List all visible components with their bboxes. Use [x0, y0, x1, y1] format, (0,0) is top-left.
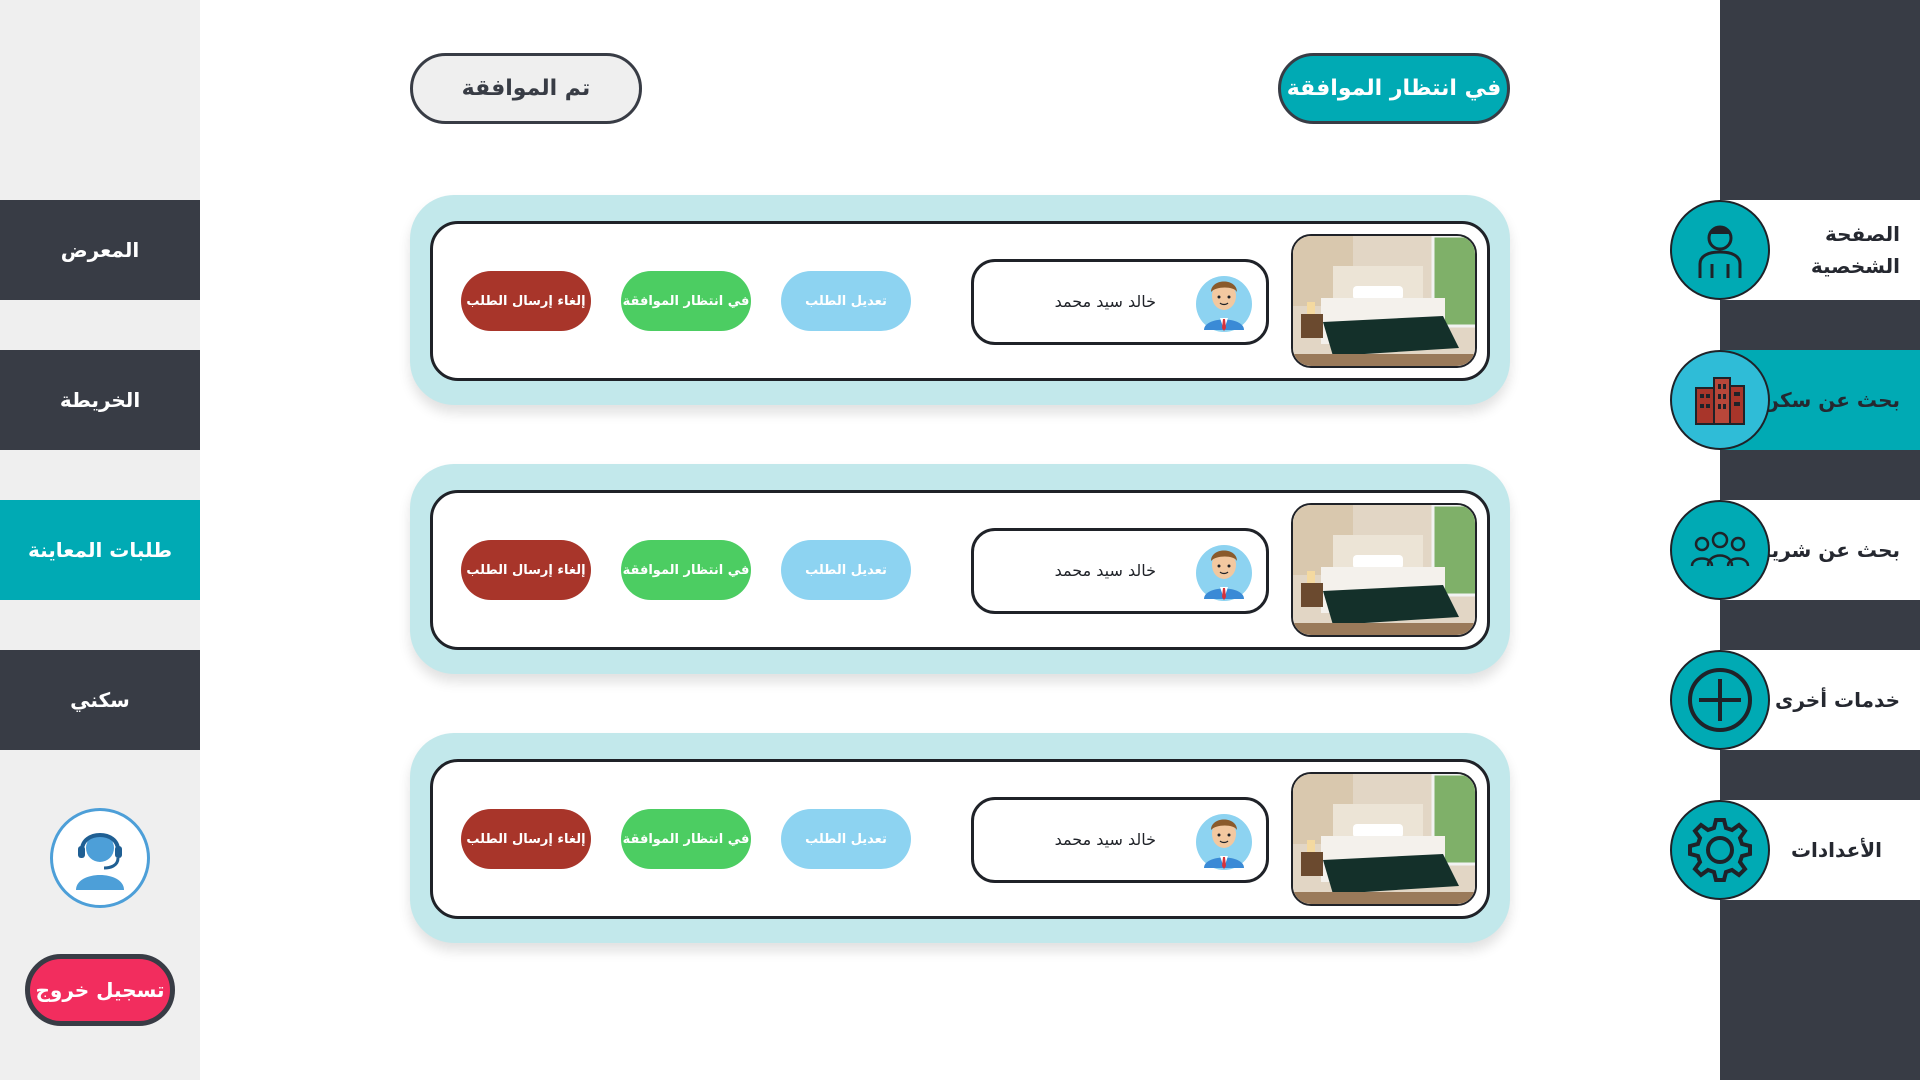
cancel-request-button[interactable]: إلغاء إرسال الطلب [461, 540, 591, 600]
user-box: خالد سيد محمد [971, 259, 1269, 345]
user-box: خالد سيد محمد [971, 528, 1269, 614]
status-badge: في انتظار الموافقة [621, 271, 751, 331]
tab-pending[interactable]: في انتظار الموافقة [1278, 53, 1510, 124]
left-menu-label: المعرض [60, 238, 140, 262]
status-badge: في انتظار الموافقة [621, 540, 751, 600]
room-photo [1291, 234, 1477, 368]
left-menu-map[interactable]: الخريطة [0, 350, 200, 450]
room-photo [1291, 772, 1477, 906]
edit-request-button[interactable]: تعديل الطلب [781, 540, 911, 600]
group-icon [1670, 500, 1770, 600]
user-box: خالد سيد محمد [971, 797, 1269, 883]
avatar [1196, 814, 1252, 870]
edit-request-button[interactable]: تعديل الطلب [781, 271, 911, 331]
room-photo [1291, 503, 1477, 637]
cancel-request-button[interactable]: إلغاء إرسال الطلب [461, 271, 591, 331]
left-menu-my-housing[interactable]: سكني [0, 650, 200, 750]
left-menu-label: سكني [70, 688, 130, 712]
logout-button[interactable]: تسجيل خروج [25, 954, 175, 1026]
left-menu-label: الخريطة [59, 388, 141, 412]
avatar [1196, 276, 1252, 332]
request-card-inner: إلغاء إرسال الطلب في انتظار الموافقة تعد… [430, 490, 1490, 650]
request-card-inner: إلغاء إرسال الطلب في انتظار الموافقة تعد… [430, 221, 1490, 381]
tab-approved[interactable]: تم الموافقة [410, 53, 642, 124]
edit-request-button[interactable]: تعديل الطلب [781, 809, 911, 869]
avatar [1196, 545, 1252, 601]
gear-icon [1670, 800, 1770, 900]
cancel-request-button[interactable]: إلغاء إرسال الطلب [461, 809, 591, 869]
status-badge: في انتظار الموافقة [621, 809, 751, 869]
request-card: إلغاء إرسال الطلب في انتظار الموافقة تعد… [410, 733, 1510, 943]
right-menu-label: بحث عن شريك [1753, 538, 1900, 562]
user-name: خالد سيد محمد [1054, 561, 1156, 580]
user-name: خالد سيد محمد [1054, 830, 1156, 849]
request-card: إلغاء إرسال الطلب في انتظار الموافقة تعد… [410, 464, 1510, 674]
request-card: إلغاء إرسال الطلب في انتظار الموافقة تعد… [410, 195, 1510, 405]
user-icon [1670, 200, 1770, 300]
support-agent-icon[interactable] [50, 808, 150, 908]
plus-circle-icon [1670, 650, 1770, 750]
right-menu-label: خدمات أخرى [1775, 688, 1900, 712]
right-menu-label: الأعدادات [1790, 838, 1882, 862]
request-card-inner: إلغاء إرسال الطلب في انتظار الموافقة تعد… [430, 759, 1490, 919]
right-menu-label: الصفحة الشخصية [1810, 222, 1900, 278]
right-menu-label: بحث عن سكن [1762, 388, 1900, 412]
left-menu-viewing-requests[interactable]: طلبات المعاينة [0, 500, 200, 600]
left-menu-label: طلبات المعاينة [27, 538, 173, 562]
left-menu-gallery[interactable]: المعرض [0, 200, 200, 300]
user-name: خالد سيد محمد [1054, 292, 1156, 311]
building-icon [1670, 350, 1770, 450]
